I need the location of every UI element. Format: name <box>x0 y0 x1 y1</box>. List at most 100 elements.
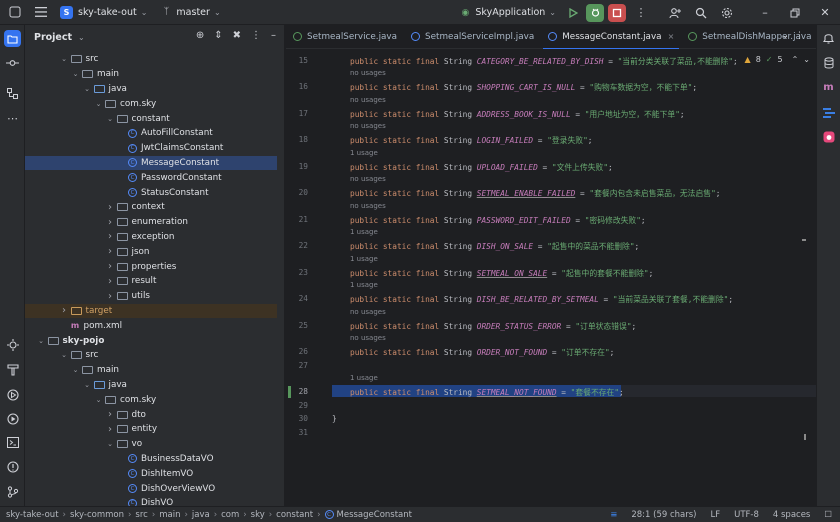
search-icon[interactable] <box>694 6 708 20</box>
code-line[interactable]: public static final String SETMEAL_ENABL… <box>350 188 720 199</box>
string-literal[interactable]: "购物车数据为空，不能下单" <box>589 83 692 92</box>
chevron-right-icon[interactable]: › <box>106 291 115 302</box>
breadcrumb-item[interactable]: com <box>221 510 239 520</box>
chevron-down-icon[interactable]: ⌄ <box>94 100 103 108</box>
project-tool-icon[interactable] <box>4 30 21 47</box>
debug-icon[interactable] <box>586 3 604 22</box>
tree-item[interactable]: ⌄ constant <box>25 111 277 126</box>
breadcrumb-item[interactable]: constant <box>276 510 313 520</box>
usage-hint[interactable]: no usages <box>350 334 386 342</box>
code-line[interactable]: public static final String PASSWORD_EDIT… <box>350 215 646 226</box>
usage-hint[interactable]: 1 usage <box>350 255 378 263</box>
stop-icon[interactable] <box>608 3 626 22</box>
tree-item[interactable]: ⌄ java <box>25 82 277 97</box>
constant-name[interactable]: ADDRESS_BOOK_IS_NULL <box>477 110 571 119</box>
line-separator[interactable]: LF <box>710 510 720 520</box>
code-line[interactable]: public static final String CATEGORY_BE_R… <box>350 56 738 67</box>
constant-name[interactable]: LOGIN_FAILED <box>477 136 533 145</box>
code-line[interactable]: public static final String ORDER_STATUS_… <box>350 321 636 332</box>
breadcrumb-item[interactable]: sky-common <box>70 510 124 520</box>
indent-setting[interactable]: 4 spaces <box>773 510 810 520</box>
chevron-right-icon[interactable]: › <box>60 305 69 316</box>
ai-status-icon[interactable]: ≡ <box>610 510 617 520</box>
tree-item[interactable]: C BusinessDataVO <box>25 452 277 467</box>
maven-icon[interactable]: m <box>821 80 836 95</box>
database-icon[interactable] <box>821 55 836 70</box>
debug-tool-icon[interactable] <box>5 387 20 402</box>
chevron-right-icon[interactable]: › <box>106 409 115 420</box>
constant-name[interactable]: ORDER_NOT_FOUND <box>477 348 547 357</box>
tree-item[interactable]: › dto <box>25 407 277 422</box>
tree-item[interactable]: C DishOverViewVO <box>25 481 277 496</box>
build-icon[interactable] <box>5 337 20 352</box>
tree-item[interactable]: › context <box>25 200 277 215</box>
constant-name[interactable]: SHOPPING_CART_IS_NULL <box>477 83 576 92</box>
branch-name[interactable]: master <box>176 7 210 18</box>
window-menu-icon[interactable] <box>8 5 22 19</box>
structure-icon[interactable] <box>5 86 20 101</box>
tree-item[interactable]: m pom.xml <box>25 318 277 333</box>
chevron-down-icon[interactable]: ⌄ <box>83 85 92 93</box>
inspection-widget[interactable]: ▲ 8 ✓ 5 ⌃ ⌄ <box>745 55 810 64</box>
constant-name[interactable]: SETMEAL_ON_SALE <box>477 269 547 278</box>
chevron-right-icon[interactable]: › <box>106 202 115 213</box>
plugin-icon[interactable] <box>821 129 836 144</box>
code-line[interactable]: public static final String DISH_ON_SALE … <box>350 241 639 252</box>
tree-item[interactable]: C DishItemVO <box>25 466 277 481</box>
tree-item[interactable]: › properties <box>25 259 277 274</box>
close-tab-icon[interactable]: × <box>668 32 675 41</box>
chevron-down-icon[interactable]: ⌄ <box>214 8 221 17</box>
tree-item[interactable]: ⌄ main <box>25 363 277 378</box>
notifications-icon[interactable] <box>821 30 836 45</box>
string-literal[interactable]: "当前分类关联了菜品,不能删除" <box>618 57 733 66</box>
chevron-right-icon[interactable]: › <box>106 217 115 228</box>
breadcrumb-item[interactable]: main <box>159 510 180 520</box>
code-line[interactable]: public static final String ADDRESS_BOOK_… <box>350 109 685 120</box>
locate-icon[interactable]: ⊕ <box>196 30 204 41</box>
code-line[interactable]: public static final String SETMEAL_ON_SA… <box>350 268 653 279</box>
tree-item[interactable]: ⌄ src <box>25 52 277 67</box>
chevron-down-icon[interactable]: ⌄ <box>803 55 810 64</box>
tree-item[interactable]: › json <box>25 244 277 259</box>
tree-item[interactable]: ⌄ java <box>25 378 277 393</box>
more-horizontal-icon[interactable]: ⋯ <box>5 111 20 126</box>
tree-item[interactable]: ⌄ com.sky <box>25 392 277 407</box>
tree-item[interactable]: ⌄ src <box>25 348 277 363</box>
run-icon[interactable] <box>564 4 582 22</box>
usage-hint[interactable]: no usages <box>350 122 386 130</box>
caret-position[interactable]: 28:1 (59 chars) <box>631 510 696 520</box>
editor-tab[interactable]: SetmealService.java <box>286 25 404 49</box>
tree-item[interactable]: C PasswordConstant <box>25 170 277 185</box>
string-literal[interactable]: "登录失败" <box>547 136 588 145</box>
breadcrumb-item[interactable]: src <box>135 510 147 520</box>
string-literal[interactable]: "文件上传失败" <box>552 163 608 172</box>
lock-icon[interactable]: ☐ <box>824 510 832 520</box>
gear-icon[interactable] <box>720 6 734 20</box>
project-panel-title[interactable]: Project <box>34 32 72 43</box>
project-badge[interactable]: S <box>60 5 73 19</box>
string-literal[interactable]: "起售中的菜品不能删除" <box>547 242 634 251</box>
tree-item[interactable]: ⌄ com.sky <box>25 96 277 111</box>
constant-name[interactable]: PASSWORD_EDIT_FAILED <box>477 216 571 225</box>
chevron-down-icon[interactable]: ⌄ <box>94 396 103 404</box>
more-vertical-icon[interactable]: ⋮ <box>251 30 261 41</box>
chevron-right-icon[interactable]: › <box>106 424 115 435</box>
string-literal[interactable]: "订单不存在" <box>561 348 609 357</box>
string-literal[interactable]: "用户地址为空，不能下单" <box>585 110 680 119</box>
usage-hint[interactable]: 1 usage <box>350 374 378 382</box>
tree-item[interactable]: C StatusConstant <box>25 185 277 200</box>
vcs-change-marker[interactable] <box>288 386 291 398</box>
string-literal[interactable]: "套餐不存在" <box>571 388 619 397</box>
chevron-right-icon[interactable]: › <box>106 276 115 287</box>
chevron-down-icon[interactable]: ⌄ <box>71 70 80 78</box>
editor-tab[interactable]: SetmealServiceImpl.java <box>404 25 541 49</box>
minimize-panel-icon[interactable]: – <box>271 30 276 41</box>
line-gutter[interactable]: 15 16 17 18 19 20 21 22 23 24 25 26 27 28 29 30 31 <box>286 49 316 506</box>
usage-hint[interactable]: no usages <box>350 202 386 210</box>
constant-name[interactable]: CATEGORY_BE_RELATED_BY_DISH <box>477 57 604 66</box>
tab-overflow-icon[interactable]: ⌄⋮ <box>781 31 810 41</box>
chevron-down-icon[interactable]: ⌄ <box>60 55 69 63</box>
chevron-up-icon[interactable]: ⌃ <box>792 55 799 64</box>
tree-item[interactable]: ⌄ vo <box>25 437 277 452</box>
code-line[interactable]: public static final String LOGIN_FAILED … <box>350 135 592 146</box>
